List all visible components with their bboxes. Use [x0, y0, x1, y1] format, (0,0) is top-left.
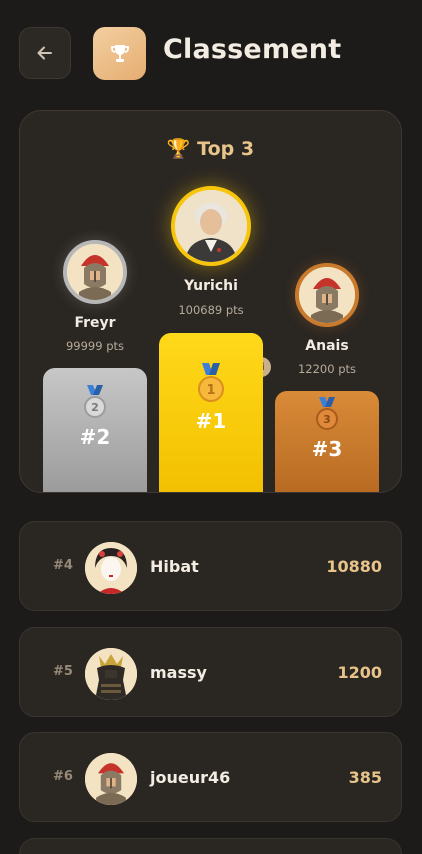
- row-avatar: [85, 648, 137, 700]
- samurai-armor-avatar: [85, 648, 137, 700]
- spartan-helmet-avatar: [67, 244, 123, 300]
- leaderboard-row[interactable]: #4 Hibat 10880: [19, 521, 402, 611]
- svg-text:3: 3: [323, 413, 331, 426]
- geisha-avatar: [85, 542, 137, 594]
- third-place-points: 12200 pts: [297, 362, 357, 376]
- silver-medal-icon: 2: [84, 385, 106, 418]
- noble-portrait-avatar: [175, 190, 247, 262]
- row-rank: #5: [53, 664, 73, 679]
- row-avatar: [85, 753, 137, 805]
- row-score: 10880: [326, 557, 382, 576]
- second-place-rank: #2: [79, 425, 111, 449]
- bronze-medal-icon: 3: [316, 397, 338, 430]
- row-rank: #4: [53, 558, 73, 573]
- gold-medal-icon: 1: [198, 363, 224, 402]
- spartan-helmet-avatar: [85, 753, 137, 805]
- back-button[interactable]: [19, 27, 71, 79]
- arrow-left-icon: [37, 46, 52, 60]
- trophy-icon: [110, 44, 129, 62]
- header: Classement: [0, 0, 422, 110]
- first-place-name: Yurichi: [184, 278, 238, 294]
- row-score: 1200: [337, 663, 382, 682]
- spartan-helmet-avatar: [299, 267, 355, 323]
- third-place-rank: #3: [311, 437, 343, 461]
- third-place-avatar[interactable]: [295, 263, 359, 327]
- row-name: Hibat: [150, 557, 199, 576]
- row-rank: #6: [53, 769, 73, 784]
- svg-text:2: 2: [91, 401, 99, 414]
- top3-title: 🏆 Top 3: [166, 138, 255, 160]
- third-place-name: Anais: [305, 338, 349, 354]
- second-place-podium-block: 2 #2: [43, 368, 147, 492]
- leaderboard-row[interactable]: #6 joueur46 385: [19, 732, 402, 822]
- first-place-podium-block: 1 #1: [159, 333, 263, 492]
- row-score: 385: [348, 768, 382, 787]
- leaderboard-row[interactable]: #5 massy 1200: [19, 627, 402, 717]
- third-place-podium-block: 3 #3: [275, 391, 379, 492]
- first-place-rank: #1: [195, 409, 227, 433]
- first-place-avatar[interactable]: [171, 186, 251, 266]
- trophy-icon-tile: [93, 27, 146, 80]
- second-place-name: Freyr: [74, 315, 116, 331]
- row-name: massy: [150, 663, 207, 682]
- top3-podium-card: 🏆 Top 3 Freyr 99999 pts 2 #2 Yurichi 100…: [19, 110, 402, 493]
- row-name: joueur46: [150, 768, 231, 787]
- second-place-points: 99999 pts: [65, 339, 125, 353]
- first-place-points: 100689 pts: [178, 303, 244, 317]
- row-avatar: [85, 542, 137, 594]
- leaderboard-row[interactable]: [19, 838, 402, 854]
- svg-text:1: 1: [206, 383, 215, 398]
- second-place-avatar[interactable]: [63, 240, 127, 304]
- page-title: Classement: [163, 34, 342, 65]
